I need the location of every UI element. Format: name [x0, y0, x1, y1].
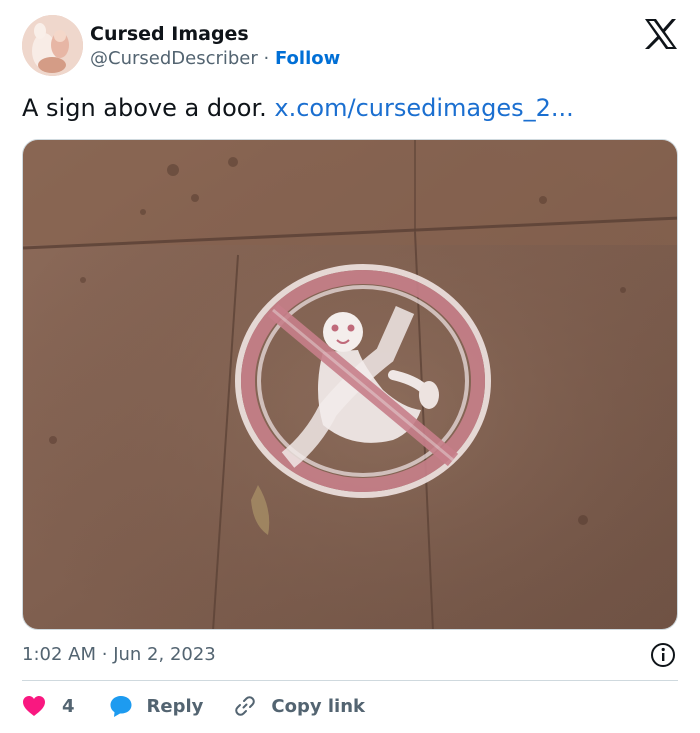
copy-link-button[interactable]: Copy link [233, 694, 365, 718]
info-icon[interactable] [650, 642, 676, 668]
author-meta: @CursedDescriber · Follow [90, 46, 340, 72]
time-separator: · [101, 644, 108, 665]
tweet-actions: 4 Reply Copy link [22, 690, 365, 722]
link-icon [235, 696, 256, 716]
x-logo-icon[interactable] [644, 18, 678, 50]
reply-button[interactable]: Reply [109, 694, 204, 718]
author-handle[interactable]: @CursedDescriber [90, 48, 258, 69]
tweet-text: A sign above a door. x.com/cursedimages_… [22, 92, 574, 124]
author-info: Cursed Images @CursedDescriber · Follow [90, 22, 340, 72]
tweet-body: A sign above a door. [22, 94, 267, 122]
divider [22, 680, 678, 681]
no-ghost-sign-photo [23, 140, 677, 629]
copy-link-label: Copy link [271, 695, 365, 717]
tweet-time: 1:02 AM [22, 644, 96, 665]
tweet-media[interactable] [22, 139, 678, 630]
follow-button[interactable]: Follow [275, 48, 340, 69]
tweet-date: Jun 2, 2023 [113, 644, 216, 665]
handle-separator: · [263, 48, 270, 69]
author-name[interactable]: Cursed Images [90, 22, 340, 46]
avatar-image [22, 15, 83, 76]
reply-bubble-icon [110, 696, 132, 717]
author-avatar[interactable] [22, 15, 83, 76]
like-button[interactable]: 4 [22, 695, 75, 717]
tweet-timestamp[interactable]: 1:02 AM · Jun 2, 2023 [22, 642, 216, 668]
like-count: 4 [62, 695, 75, 717]
tweet-link[interactable]: x.com/cursedimages_2... [274, 94, 573, 122]
reply-label: Reply [146, 695, 204, 717]
heart-icon [23, 696, 45, 716]
